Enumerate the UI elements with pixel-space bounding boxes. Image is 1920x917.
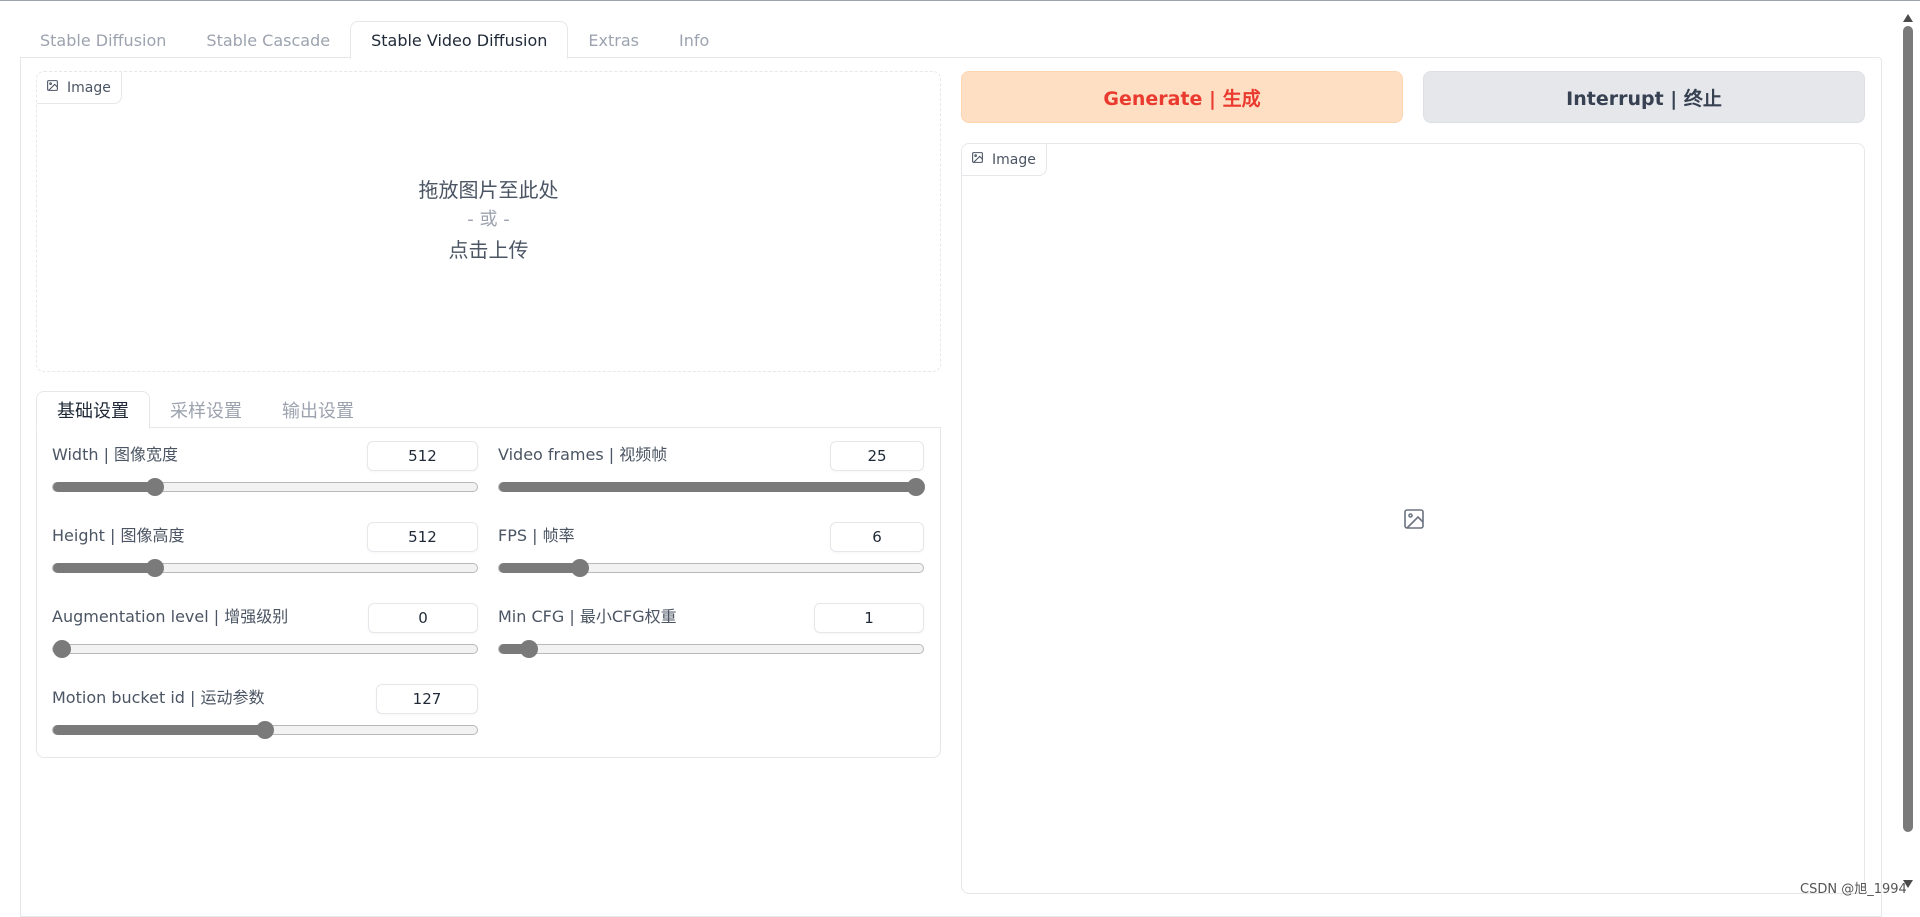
motion-number-input[interactable]: 127 <box>376 684 478 714</box>
height-slider-group: Height | 图像高度 512 <box>52 508 478 577</box>
fps-slider[interactable] <box>498 559 924 577</box>
fps-slider-fill <box>499 563 580 573</box>
tab-basic-settings[interactable]: 基础设置 <box>36 391 150 429</box>
fps-label: FPS | 帧率 <box>498 526 575 545</box>
fps-number-input[interactable]: 6 <box>830 522 924 552</box>
watermark: CSDN @旭_1994 <box>1800 882 1907 897</box>
drop-text: 拖放图片至此处 <box>418 178 559 202</box>
image-placeholder-icon <box>1402 507 1426 531</box>
interrupt-button[interactable]: Interrupt | 终止 <box>1423 71 1865 123</box>
image-upload-label-text: Image <box>67 79 111 96</box>
height-slider-thumb[interactable] <box>145 559 164 577</box>
video-frames-number-input[interactable]: 25 <box>830 441 924 471</box>
fps-slider-group: FPS | 帧率 6 <box>498 508 924 577</box>
drop-instructions: 拖放图片至此处 - 或 - 点击上传 <box>37 175 940 265</box>
tab-stable-diffusion[interactable]: Stable Diffusion <box>20 21 186 59</box>
fps-slider-thumb[interactable] <box>570 559 589 577</box>
generate-button[interactable]: Generate | 生成 <box>961 71 1403 123</box>
tab-output-settings[interactable]: 输出设置 <box>262 391 374 429</box>
tab-sampling-settings[interactable]: 采样设置 <box>150 391 262 429</box>
height-slider-fill <box>53 563 155 573</box>
motion-slider-fill <box>53 725 265 735</box>
main-tab-bar: Stable Diffusion Stable Cascade Stable V… <box>20 21 729 59</box>
video-frames-slider[interactable] <box>498 478 925 496</box>
motion-label: Motion bucket id | 运动参数 <box>52 688 265 707</box>
min-cfg-number-input[interactable]: 1 <box>814 603 924 633</box>
image-upload-dropzone[interactable]: Image 拖放图片至此处 - 或 - 点击上传 <box>36 71 941 372</box>
width-slider[interactable] <box>52 478 478 496</box>
click-upload-text: 点击上传 <box>448 238 529 262</box>
or-text: - 或 - <box>467 209 510 230</box>
height-number-input[interactable]: 512 <box>367 522 478 552</box>
motion-slider-thumb[interactable] <box>256 721 274 739</box>
output-image-label-text: Image <box>992 151 1036 168</box>
width-slider-group: Width | 图像宽度 512 <box>52 427 478 496</box>
video-frames-slider-group: Video frames | 视频帧 25 <box>498 427 925 496</box>
output-image-label: Image <box>962 144 1047 176</box>
tab-stable-cascade[interactable]: Stable Cascade <box>186 21 350 59</box>
motion-slider-group: Motion bucket id | 运动参数 127 <box>52 670 478 739</box>
min-cfg-slider-thumb[interactable] <box>519 640 538 658</box>
tab-info[interactable]: Info <box>659 21 729 59</box>
min-cfg-slider-group: Min CFG | 最小CFG权重 1 <box>498 589 924 658</box>
width-label: Width | 图像宽度 <box>52 445 179 464</box>
image-icon <box>971 151 984 168</box>
output-image-panel: Image <box>961 143 1865 894</box>
video-frames-label: Video frames | 视频帧 <box>498 445 668 464</box>
min-cfg-label: Min CFG | 最小CFG权重 <box>498 607 677 626</box>
height-slider[interactable] <box>52 559 478 577</box>
top-border <box>0 0 1920 1</box>
width-number-input[interactable]: 512 <box>367 441 478 471</box>
page-scrollbar[interactable] <box>1903 14 1913 888</box>
augmentation-slider-group: Augmentation level | 增强级别 0 <box>52 589 478 658</box>
augmentation-slider[interactable] <box>52 640 478 658</box>
tab-extras[interactable]: Extras <box>568 21 659 59</box>
settings-tab-bar: 基础设置 采样设置 输出设置 <box>36 391 374 429</box>
image-icon <box>46 79 59 96</box>
tab-stable-video-diffusion[interactable]: Stable Video Diffusion <box>350 21 569 59</box>
min-cfg-slider[interactable] <box>498 640 924 658</box>
width-slider-fill <box>53 482 155 492</box>
augmentation-slider-thumb[interactable] <box>53 640 71 658</box>
augmentation-label: Augmentation level | 增强级别 <box>52 607 289 626</box>
motion-slider[interactable] <box>52 721 478 739</box>
image-upload-label: Image <box>37 72 122 104</box>
scroll-up-arrow-icon[interactable] <box>1903 14 1913 22</box>
height-label: Height | 图像高度 <box>52 526 185 545</box>
video-frames-slider-thumb[interactable] <box>907 478 925 496</box>
augmentation-number-input[interactable]: 0 <box>368 603 478 633</box>
width-slider-thumb[interactable] <box>145 478 164 496</box>
scrollbar-thumb[interactable] <box>1903 26 1913 832</box>
video-frames-slider-fill <box>499 482 923 492</box>
